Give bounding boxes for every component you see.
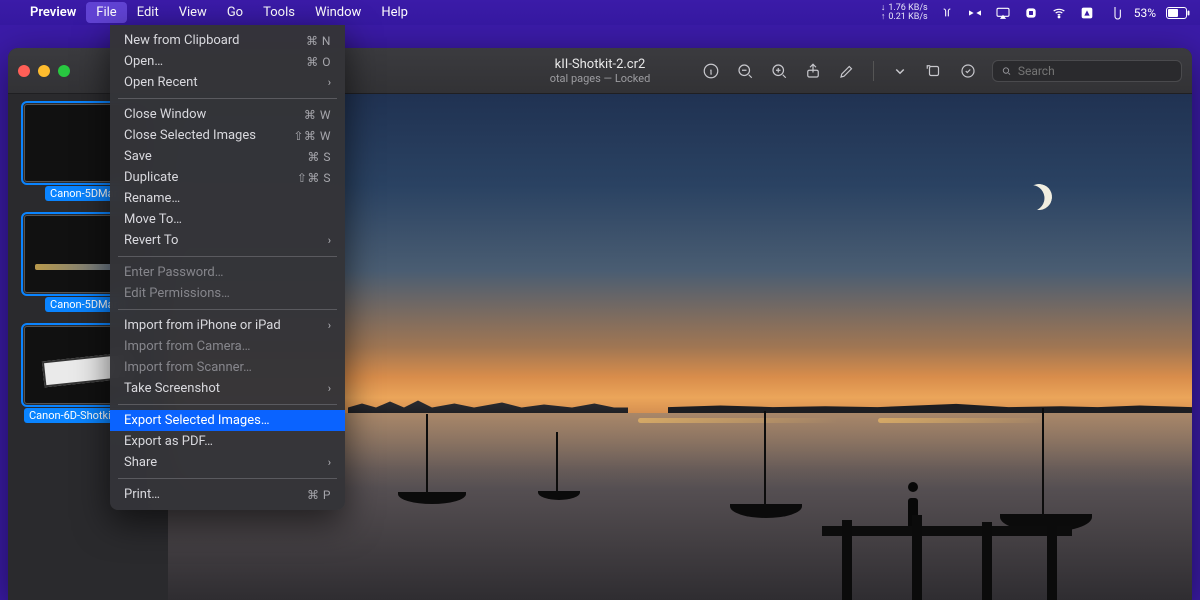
menu-item-edit-permissions: Edit Permissions… (110, 283, 345, 304)
chevron-down-icon[interactable] (890, 61, 910, 81)
menu-help[interactable]: Help (371, 2, 418, 23)
airpods-icon[interactable] (938, 4, 956, 22)
menu-item-open-recent[interactable]: Open Recent› (110, 72, 345, 93)
menu-item-take-screenshot[interactable]: Take Screenshot› (110, 378, 345, 399)
crop-icon[interactable] (958, 61, 978, 81)
menu-item-open[interactable]: Open…⌘ O (110, 51, 345, 72)
airplay-icon[interactable] (994, 4, 1012, 22)
menu-item-rename[interactable]: Rename… (110, 188, 345, 209)
menu-separator (118, 404, 337, 405)
menu-item-import-from-scanner: Import from Scanner… (110, 357, 345, 378)
pier (822, 480, 1072, 600)
menu-item-print[interactable]: Print…⌘ P (110, 484, 345, 505)
menu-separator (118, 478, 337, 479)
menu-file[interactable]: File (86, 2, 126, 23)
chevron-right-icon: › (328, 76, 331, 89)
file-menu-dropdown: New from Clipboard⌘ NOpen…⌘ OOpen Recent… (110, 25, 345, 510)
traffic-lights (18, 65, 70, 77)
menu-separator (118, 309, 337, 310)
search-field[interactable] (992, 60, 1182, 82)
battery-percent: 53% (1134, 6, 1156, 20)
minimize-button[interactable] (38, 65, 50, 77)
menu-item-export-as-pdf[interactable]: Export as PDF… (110, 431, 345, 452)
menu-item-new-from-clipboard[interactable]: New from Clipboard⌘ N (110, 30, 345, 51)
control-center-icon[interactable] (1022, 4, 1040, 22)
menu-item-import-from-iphone-or-ipad[interactable]: Import from iPhone or iPad› (110, 315, 345, 336)
close-button[interactable] (18, 65, 30, 77)
menu-separator (118, 98, 337, 99)
menu-item-move-to[interactable]: Move To… (110, 209, 345, 230)
zoom-in-icon[interactable] (769, 61, 789, 81)
menu-item-close-selected-images[interactable]: Close Selected Images⇧⌘ W (110, 125, 345, 146)
triangle-icon[interactable] (1078, 4, 1096, 22)
subtitle-text: otal pages — Locked (550, 72, 651, 85)
chevron-right-icon: › (328, 319, 331, 332)
info-icon[interactable] (701, 61, 721, 81)
menu-edit[interactable]: Edit (127, 2, 169, 23)
wifi-icon[interactable] (1050, 4, 1068, 22)
markup-icon[interactable] (837, 61, 857, 81)
window-title: kII-Shotkit-2.cr2 otal pages — Locked (550, 57, 651, 85)
menu-item-import-from-camera: Import from Camera… (110, 336, 345, 357)
chevron-right-icon: › (328, 382, 331, 395)
menu-item-revert-to[interactable]: Revert To› (110, 230, 345, 251)
menu-item-share[interactable]: Share› (110, 452, 345, 473)
menu-item-duplicate[interactable]: Duplicate⇧⌘ S (110, 167, 345, 188)
menu-view[interactable]: View (169, 2, 217, 23)
chevron-right-icon: › (328, 234, 331, 247)
app-name[interactable]: Preview (20, 2, 86, 23)
attachment-icon[interactable] (1106, 4, 1124, 22)
menu-window[interactable]: Window (305, 2, 371, 23)
bowtie-icon[interactable] (966, 4, 984, 22)
chevron-right-icon: › (328, 456, 331, 469)
rotate-icon[interactable] (924, 61, 944, 81)
menu-item-enter-password: Enter Password… (110, 262, 345, 283)
title-text: kII-Shotkit-2.cr2 (550, 57, 651, 72)
menubar: Preview File Edit View Go Tools Window H… (0, 0, 1200, 25)
menu-separator (118, 256, 337, 257)
menu-tools[interactable]: Tools (253, 2, 305, 23)
share-icon[interactable] (803, 61, 823, 81)
search-input[interactable] (1018, 64, 1173, 78)
net-speed-indicator: ↓1.76 KB/s ↑0.21 KB/s (881, 4, 928, 22)
menu-go[interactable]: Go (217, 2, 253, 23)
maximize-button[interactable] (58, 65, 70, 77)
menu-item-export-selected-images[interactable]: Export Selected Images… (110, 410, 345, 431)
menu-item-close-window[interactable]: Close Window⌘ W (110, 104, 345, 125)
zoom-out-icon[interactable] (735, 61, 755, 81)
menu-item-save[interactable]: Save⌘ S (110, 146, 345, 167)
battery-icon[interactable] (1166, 7, 1190, 19)
